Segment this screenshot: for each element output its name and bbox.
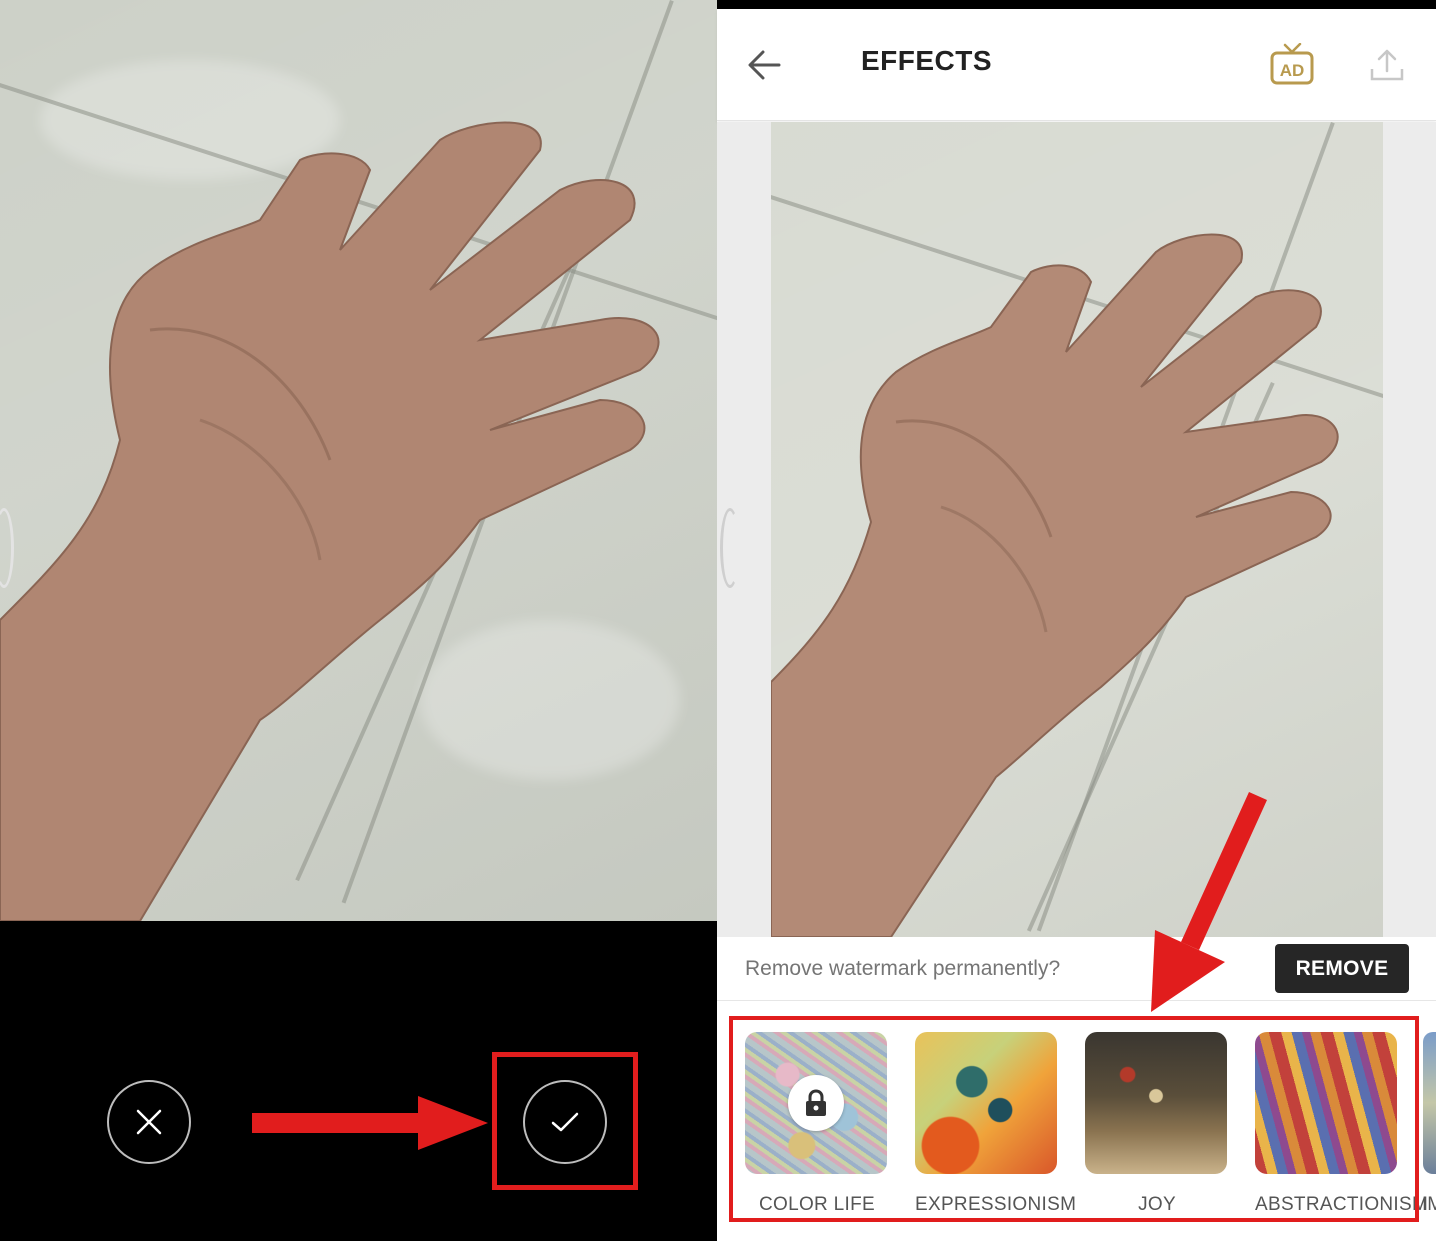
- ad-tv-icon[interactable]: AD: [1269, 43, 1315, 87]
- remove-watermark-button[interactable]: REMOVE: [1275, 944, 1409, 993]
- effect-partial-thumbnail[interactable]: [1423, 1032, 1436, 1174]
- upload-icon[interactable]: [1369, 47, 1405, 83]
- annotation-arrow-down: [1151, 792, 1267, 1012]
- preview-photo: [771, 122, 1383, 937]
- screenshot-root: EFFECTS AD Remove watermark permanently?…: [0, 0, 1436, 1241]
- effect-partial-label: IM: [1422, 1194, 1436, 1215]
- watermark-bar: Remove watermark permanently? REMOVE: [717, 937, 1436, 1001]
- left-screen: [0, 0, 717, 1241]
- captured-photo: [0, 0, 717, 921]
- preview-area: [717, 122, 1436, 937]
- annotation-highlight-effects: [729, 1016, 1419, 1222]
- ad-label: AD: [1280, 61, 1305, 80]
- confirm-button[interactable]: [523, 1080, 607, 1164]
- page-title: EFFECTS: [861, 45, 993, 76]
- effects-strip: COLOR LIFE EXPRESSIONISM JOY ABSTRACTION…: [717, 1002, 1436, 1241]
- right-screen: EFFECTS AD Remove watermark permanently?…: [717, 0, 1436, 1241]
- checkmark-icon: [551, 1112, 579, 1132]
- arrow-left-icon[interactable]: [745, 45, 785, 85]
- cancel-button[interactable]: [107, 1080, 191, 1164]
- hand-image-preview: [771, 233, 1339, 937]
- watermark-prompt: Remove watermark permanently?: [745, 957, 1061, 980]
- close-icon: [136, 1109, 162, 1135]
- hand-image: [0, 121, 660, 921]
- annotation-arrow-right: [252, 1096, 488, 1150]
- app-header: EFFECTS AD: [717, 9, 1436, 121]
- right-side-handle[interactable]: [720, 508, 740, 588]
- status-bar: [717, 0, 1436, 9]
